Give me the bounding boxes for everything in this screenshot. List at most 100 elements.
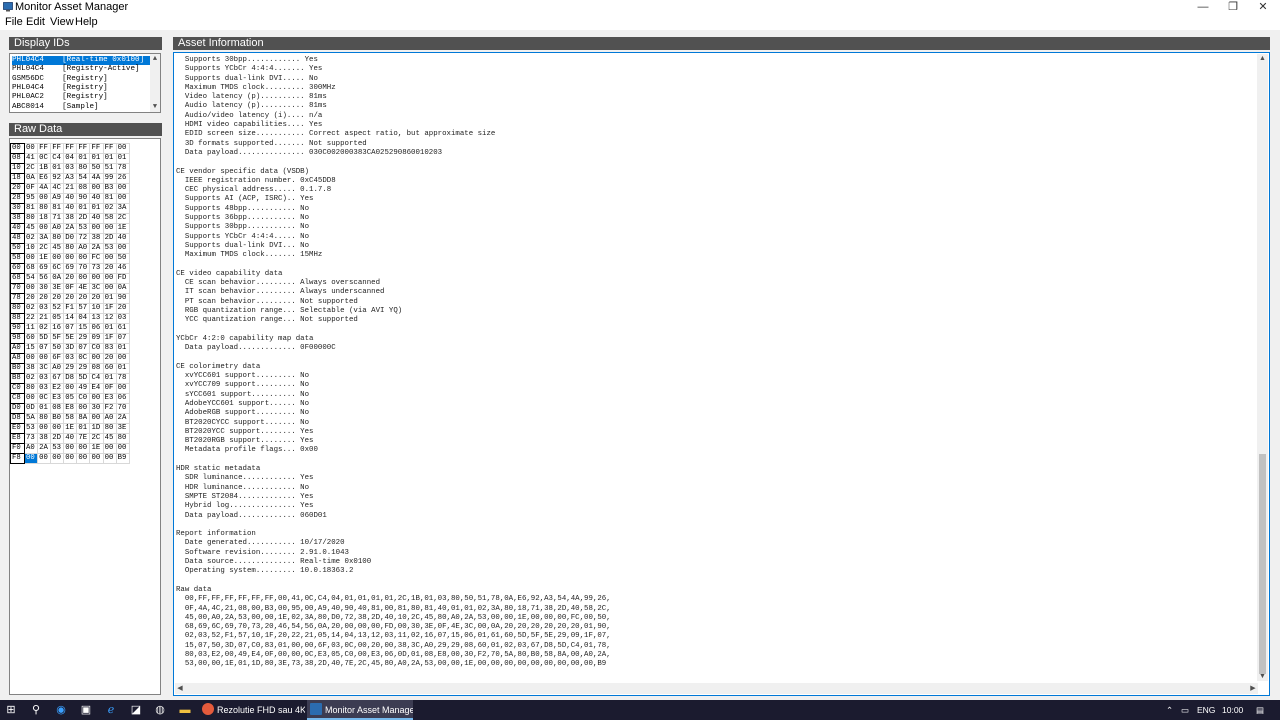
hex-byte[interactable]: FF <box>50 143 65 154</box>
hex-byte[interactable]: 0D <box>23 403 39 414</box>
hex-byte[interactable]: 45 <box>102 433 117 444</box>
hex-byte[interactable]: 10 <box>89 303 104 314</box>
hex-byte[interactable]: 0F <box>102 383 117 394</box>
hex-byte[interactable]: F2 <box>102 403 117 414</box>
hex-byte[interactable]: 1E <box>37 253 52 264</box>
hex-byte[interactable]: 83 <box>102 343 117 354</box>
hex-byte[interactable]: 40 <box>89 213 104 224</box>
hex-byte[interactable]: 4C <box>50 183 65 194</box>
hex-byte[interactable]: 00 <box>102 273 117 284</box>
hex-byte[interactable]: 00 <box>76 273 91 284</box>
hex-byte[interactable]: 0A <box>115 283 130 294</box>
hex-byte[interactable]: 68 <box>23 263 39 274</box>
hex-byte[interactable]: 2A <box>115 413 130 424</box>
hex-byte[interactable]: 03 <box>63 353 78 364</box>
hex-byte[interactable]: 38 <box>63 213 78 224</box>
hex-byte[interactable]: 80 <box>50 233 65 244</box>
hex-byte[interactable]: 00 <box>76 443 91 454</box>
hex-byte[interactable]: 2A <box>63 223 78 234</box>
hex-byte[interactable]: 0C <box>37 393 52 404</box>
hex-byte[interactable]: 01 <box>115 153 130 164</box>
hex-byte[interactable]: 99 <box>102 173 117 184</box>
hex-byte[interactable]: 00 <box>102 283 117 294</box>
hex-byte[interactable]: 00 <box>23 143 39 154</box>
hex-byte[interactable]: 00 <box>115 143 130 154</box>
hex-byte[interactable]: 7E <box>76 433 91 444</box>
hex-byte[interactable]: 30 <box>89 403 104 414</box>
display-id-item[interactable]: PHL04C4 [Registry-Active] <box>12 65 150 74</box>
hex-byte[interactable]: A0 <box>23 443 39 454</box>
hex-byte[interactable]: FC <box>89 253 104 264</box>
hex-byte[interactable]: 00 <box>102 443 117 454</box>
hex-byte[interactable]: 21 <box>37 313 52 324</box>
hex-byte[interactable]: 3E <box>50 283 65 294</box>
hex-byte[interactable]: 00 <box>89 353 104 364</box>
taskbar-task-browser[interactable]: Rezolutie FHD sau 4K ... <box>199 700 305 720</box>
hex-byte[interactable]: 00 <box>23 253 39 264</box>
hex-byte[interactable]: 01 <box>76 203 91 214</box>
hex-byte[interactable]: 2C <box>23 163 39 174</box>
hex-byte[interactable]: 04 <box>63 153 78 164</box>
hex-byte[interactable]: 01 <box>102 373 117 384</box>
display-id-item[interactable]: PHL0AC2 [Registry] <box>12 93 150 102</box>
hex-byte[interactable]: C0 <box>76 393 91 404</box>
hex-byte[interactable]: 61 <box>115 323 130 334</box>
store-icon[interactable]: ▣ <box>79 703 93 717</box>
hex-byte[interactable]: 3E <box>115 423 130 434</box>
asset-info-hscrollbar[interactable]: ◀ ▶ <box>175 683 1258 694</box>
hex-byte[interactable]: 3D <box>63 343 78 354</box>
chrome-icon[interactable]: ◍ <box>153 703 167 717</box>
hex-byte[interactable]: 41 <box>23 153 39 164</box>
hex-byte[interactable]: 49 <box>76 383 91 394</box>
hex-byte[interactable]: 20 <box>37 293 52 304</box>
tray-lang[interactable]: ENG <box>1197 700 1215 720</box>
hex-byte[interactable]: 53 <box>76 223 91 234</box>
hex-byte[interactable]: 80 <box>23 213 39 224</box>
hex-byte[interactable]: 69 <box>37 263 52 274</box>
scroll-up-icon[interactable]: ▲ <box>150 55 160 63</box>
hex-byte[interactable]: 40 <box>115 233 130 244</box>
hex-byte[interactable]: 01 <box>102 153 117 164</box>
hex-byte[interactable]: C4 <box>50 153 65 164</box>
edge-icon[interactable]: ◉ <box>54 703 68 717</box>
hex-byte[interactable]: 05 <box>63 393 78 404</box>
hex-byte[interactable]: 45 <box>23 223 39 234</box>
hex-byte[interactable]: 29 <box>76 333 91 344</box>
hex-byte[interactable]: 73 <box>89 263 104 274</box>
hex-byte[interactable]: 00 <box>50 253 65 264</box>
hex-byte[interactable]: 10 <box>23 243 39 254</box>
hex-byte[interactable]: 80 <box>63 243 78 254</box>
hex-byte[interactable]: 02 <box>23 233 39 244</box>
notifications-icon[interactable]: ▤ <box>1256 700 1264 720</box>
hex-byte[interactable]: 21 <box>63 183 78 194</box>
hex-byte[interactable]: 2C <box>37 243 52 254</box>
hex-byte[interactable]: 67 <box>50 373 65 384</box>
hex-byte[interactable]: 52 <box>50 303 65 314</box>
display-id-item[interactable]: ABC8014 [Sample] <box>12 103 150 112</box>
hex-byte[interactable]: 01 <box>50 163 65 174</box>
hex-byte[interactable]: 15 <box>23 343 39 354</box>
ie-icon[interactable]: ℯ <box>104 703 118 717</box>
hex-byte[interactable]: 50 <box>115 253 130 264</box>
hex-byte[interactable]: 1E <box>115 223 130 234</box>
hex-byte[interactable]: 00 <box>115 383 130 394</box>
hex-byte[interactable]: FF <box>37 143 52 154</box>
hex-byte[interactable]: A0 <box>50 363 65 374</box>
hex-byte[interactable]: 3A <box>115 203 130 214</box>
hex-byte[interactable]: 58 <box>102 213 117 224</box>
hex-byte[interactable]: 5D <box>76 373 91 384</box>
hex-byte[interactable]: 45 <box>50 243 65 254</box>
hex-byte[interactable]: 80 <box>37 413 52 424</box>
menu-edit[interactable]: Edit <box>26 16 45 28</box>
hex-byte[interactable]: 00 <box>89 223 104 234</box>
hex-byte[interactable]: E8 <box>63 403 78 414</box>
hex-byte[interactable]: 4A <box>37 183 52 194</box>
display-id-item[interactable]: GSM56DC [Registry] <box>12 75 150 84</box>
hex-byte[interactable]: 6F <box>50 353 65 364</box>
scroll-down-icon[interactable]: ▼ <box>1257 673 1268 680</box>
hex-byte[interactable]: 3C <box>37 363 52 374</box>
hex-byte[interactable]: 03 <box>63 163 78 174</box>
hex-byte[interactable]: C4 <box>89 373 104 384</box>
menu-help[interactable]: Help <box>75 16 98 28</box>
hex-byte[interactable]: 1D <box>89 423 104 434</box>
